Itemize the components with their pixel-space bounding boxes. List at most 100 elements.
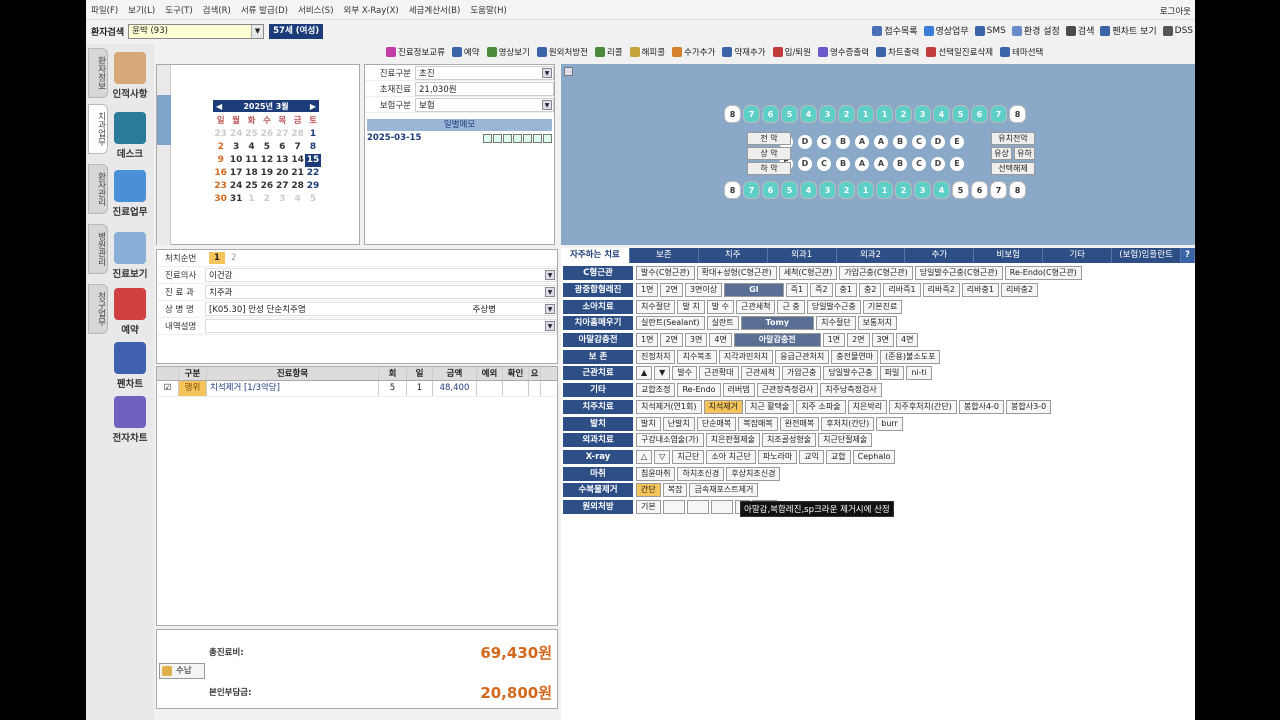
menu-item[interactable]: 검색(R): [198, 4, 236, 16]
primary-tooth[interactable]: B: [893, 135, 907, 149]
procedure-button[interactable]: 후처치(간단): [821, 416, 875, 431]
procedure-button[interactable]: 리바충1: [961, 283, 999, 298]
side-nav-item[interactable]: 진료업무: [108, 170, 152, 218]
calendar-side-tab[interactable]: [157, 65, 171, 245]
primary-tooth[interactable]: C: [912, 157, 926, 171]
tooth[interactable]: 4: [800, 105, 817, 123]
tooth[interactable]: 4: [933, 105, 950, 123]
menu-item[interactable]: 서비스(S): [293, 4, 339, 16]
calendar-day[interactable]: 27: [275, 180, 290, 193]
menu-item[interactable]: 도구(T): [160, 4, 197, 16]
procedure-button[interactable]: 난발치: [662, 416, 695, 431]
calendar-day[interactable]: 14: [290, 154, 305, 167]
chevron-down-icon[interactable]: ▼: [545, 270, 555, 280]
menu-item[interactable]: 외부 X-Ray(X): [339, 4, 404, 16]
calendar-day[interactable]: 1: [244, 193, 259, 206]
primary-tooth[interactable]: D: [798, 157, 812, 171]
procedure-button[interactable]: 3면이상: [684, 283, 723, 298]
procedure-button[interactable]: 리바충2: [1000, 283, 1039, 298]
procedure-category-button[interactable]: 치아홈메우기: [563, 316, 633, 331]
tooth[interactable]: 7: [743, 181, 760, 199]
help-icon[interactable]: ?: [1181, 248, 1195, 263]
table-row[interactable]: ☑ 행위 치석제거 [1/3악당] 5 1 48,400: [157, 381, 557, 397]
procedure-button[interactable]: 1면: [636, 283, 659, 298]
primary-tooth[interactable]: A: [874, 135, 888, 149]
tab-procedure[interactable]: 비보험: [974, 248, 1044, 263]
procedure-group-button[interactable]: GI: [724, 283, 784, 298]
procedure-group-button[interactable]: Tomy: [740, 316, 815, 331]
tooth[interactable]: 6: [762, 181, 779, 199]
menu-item[interactable]: 세금계산서(B): [404, 4, 466, 16]
procedure-button[interactable]: 근관세척: [735, 299, 776, 314]
procedure-button[interactable]: 하치조신경: [677, 466, 725, 481]
tooth[interactable]: 7: [743, 105, 760, 123]
procedure-category-button[interactable]: 원외처방: [563, 499, 633, 514]
primary-tooth[interactable]: D: [798, 135, 812, 149]
procedure-button[interactable]: 발 치: [677, 299, 705, 314]
procedure-button[interactable]: 충전물연마: [831, 349, 879, 364]
grid-header-cell[interactable]: 예외: [477, 367, 503, 380]
procedure-button[interactable]: 기본진료: [862, 299, 903, 314]
calendar-day[interactable]: 24: [228, 180, 243, 193]
procedure-category-button[interactable]: 아말감충전: [563, 333, 633, 348]
procedure-button[interactable]: Re-Endo: [677, 383, 721, 398]
memo-tool-icon[interactable]: [533, 133, 542, 143]
primary-tooth[interactable]: B: [836, 135, 850, 149]
side-nav-item[interactable]: 인적사항: [108, 52, 152, 100]
procedure-button[interactable]: burr: [876, 416, 903, 431]
procedure-button[interactable]: 치근 활택술: [744, 399, 795, 414]
next-month-icon[interactable]: ▶: [310, 102, 316, 111]
primary-tooth[interactable]: A: [855, 157, 869, 171]
memo-tool-icon[interactable]: [523, 133, 532, 143]
procedure-button[interactable]: ▼: [654, 366, 671, 381]
memo-row[interactable]: 2025-03-15: [365, 131, 554, 145]
primary-tooth[interactable]: B: [893, 157, 907, 171]
procedure-button[interactable]: 근관확대: [699, 366, 739, 381]
logout-button[interactable]: 로그아웃: [1160, 5, 1191, 17]
pay-button[interactable]: 수납: [159, 663, 205, 679]
grid-header-cell[interactable]: 진료항목: [207, 367, 379, 380]
procedure-button[interactable]: 구강내소염술(가): [636, 433, 704, 448]
side-nav-item[interactable]: 진료보기: [108, 232, 152, 280]
procedure-button[interactable]: 2면: [660, 283, 683, 298]
procedure-button[interactable]: 3면: [684, 333, 708, 348]
procedure-category-button[interactable]: 마취: [563, 466, 633, 481]
toolbar-button[interactable]: 리콜: [594, 46, 623, 58]
procedure-button[interactable]: 단순매복: [696, 416, 737, 431]
toolbar-button[interactable]: 원외처방전: [536, 46, 588, 58]
calendar-day[interactable]: 8: [305, 141, 320, 154]
grid-header-cell[interactable]: 일: [407, 367, 433, 380]
calendar-day[interactable]: 11: [244, 154, 259, 167]
procedure-button[interactable]: 충1: [834, 283, 857, 298]
procedure-category-button[interactable]: 외과치료: [563, 433, 633, 448]
dental-settings-icon[interactable]: [564, 67, 573, 76]
procedure-button[interactable]: 리바즉1: [883, 283, 921, 298]
procedure-button[interactable]: [710, 499, 733, 514]
procedure-button[interactable]: 실란트: [706, 316, 739, 331]
primary-tooth[interactable]: C: [817, 157, 831, 171]
calendar-day[interactable]: 19: [259, 167, 274, 180]
calendar-day[interactable]: 10: [228, 154, 243, 167]
procedure-category-button[interactable]: X-ray: [563, 449, 633, 464]
procedure-category-button[interactable]: 보 존: [563, 349, 633, 364]
tooth[interactable]: 7: [990, 181, 1007, 199]
procedure-button[interactable]: 가압근충: [781, 366, 822, 381]
tab-procedure[interactable]: 보존: [630, 248, 699, 263]
toolbar-button[interactable]: 테마선택: [1000, 46, 1043, 58]
calendar-day[interactable]: 26: [259, 180, 274, 193]
visit-info-value[interactable]: 21,030원: [415, 81, 554, 96]
procedure-button[interactable]: 확대+성형(C형근관): [696, 266, 777, 281]
memo-tool-icon[interactable]: [493, 133, 502, 143]
tooth[interactable]: 3: [914, 181, 931, 199]
top-tool-button[interactable]: 검색: [1065, 24, 1094, 37]
calendar-day[interactable]: 3: [228, 141, 243, 154]
calendar-day[interactable]: 27: [275, 128, 290, 141]
procedure-button[interactable]: 4면: [895, 333, 919, 348]
tooth[interactable]: 8: [724, 105, 741, 123]
procedure-category-button[interactable]: 소아치료: [563, 299, 633, 314]
menu-item[interactable]: 보기(L): [123, 4, 160, 16]
procedure-button[interactable]: 발수: [672, 366, 698, 381]
procedure-button[interactable]: 복잡: [662, 483, 688, 498]
procedure-button[interactable]: 후상치조신경: [726, 466, 781, 481]
tooth[interactable]: 8: [724, 181, 741, 199]
